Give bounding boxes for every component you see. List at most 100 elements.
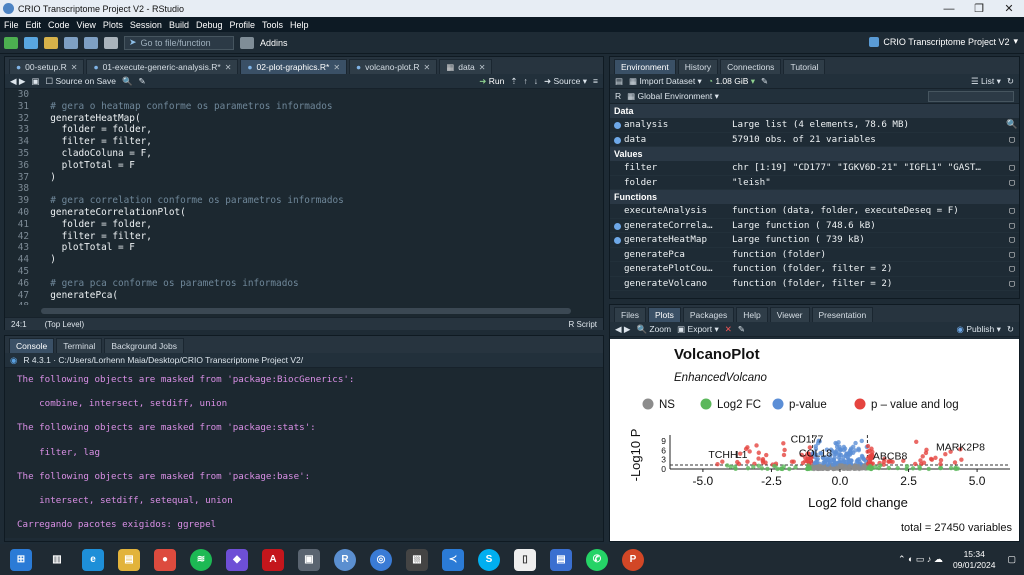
menu-profile[interactable]: Profile (230, 20, 256, 30)
refresh-plot-icon[interactable]: ↻ (1007, 324, 1014, 335)
tab-00-setup[interactable]: ● 00-setup.R ✕ (9, 59, 85, 74)
magnifier-icon[interactable]: 🔍 (1005, 118, 1019, 132)
code-line[interactable]: 44 ) (5, 254, 603, 266)
expand-icon[interactable] (614, 122, 621, 129)
file-type[interactable]: R Script (569, 320, 597, 329)
store-icon[interactable]: ▤ (550, 548, 572, 571)
maximize-button[interactable]: ❐ (964, 2, 994, 15)
tab-plots[interactable]: Plots (647, 307, 681, 322)
code-line[interactable]: 31 # gera o heatmap conforme os parametr… (5, 101, 603, 113)
remove-plot-icon[interactable]: ✕ (725, 324, 732, 335)
up-icon[interactable]: ↑ (523, 76, 527, 86)
expand-icon[interactable] (614, 222, 621, 230)
code-line[interactable]: 32 generateHeatMap( (5, 113, 603, 125)
env-row[interactable]: generatePlotCou… function (folder, filter… (610, 262, 1019, 277)
acrobat-icon[interactable]: A (262, 548, 284, 571)
console-output[interactable]: The following objects are masked from 'p… (5, 368, 603, 538)
new-file-icon[interactable] (4, 36, 18, 49)
view-icon[interactable]: ▢ (1005, 233, 1019, 247)
new-project-icon[interactable] (24, 36, 38, 49)
env-row[interactable]: generateVolcano function (folder, filter … (610, 277, 1019, 291)
menu-session[interactable]: Session (130, 20, 162, 30)
tab-presentation[interactable]: Presentation (811, 307, 874, 322)
skype-icon[interactable]: S (478, 548, 500, 571)
spotify-icon[interactable]: ≋ (190, 548, 212, 571)
project-menu[interactable]: CRIO Transcriptome Project V2 ▾ (869, 36, 1018, 47)
close-button[interactable]: ✕ (994, 2, 1024, 15)
scope-select[interactable]: ▦ Global Environment ▾ (627, 91, 719, 102)
tab-volcano-plot[interactable]: ● volcano-plot.R ✕ (349, 59, 438, 74)
env-row[interactable]: analysis Large list (4 elements, 78.6 MB)… (610, 118, 1019, 133)
minimize-button[interactable]: — (934, 3, 964, 15)
code-line[interactable]: 46 # gera pca conforme os parametros inf… (5, 278, 603, 290)
export-button[interactable]: ▣ Export ▾ (677, 324, 719, 335)
code-line[interactable]: 36 plotTotal = F (5, 160, 603, 172)
code-line[interactable]: 37 ) (5, 172, 603, 184)
menu-debug[interactable]: Debug (196, 20, 223, 30)
menu-help[interactable]: Help (290, 20, 309, 30)
rerun-icon[interactable]: ⇡ (510, 76, 517, 87)
env-row[interactable]: generateCorrela… Large function ( 748.6 k… (610, 219, 1019, 233)
load-workspace-icon[interactable]: ▤ (615, 76, 623, 87)
view-icon[interactable]: ▢ (1005, 161, 1019, 175)
tab-files[interactable]: Files (614, 307, 646, 322)
tab-viewer[interactable]: Viewer (769, 307, 810, 322)
env-search-input[interactable] (928, 90, 1014, 102)
tab-02-plot-graphics[interactable]: ● 02-plot-graphics.R* ✕ (240, 59, 348, 74)
menu-build[interactable]: Build (169, 20, 189, 30)
env-row[interactable]: data 57910 obs. of 21 variables ▢ (610, 133, 1019, 147)
refresh-icon[interactable]: ↻ (1007, 76, 1014, 87)
open-file-icon[interactable] (44, 36, 58, 49)
grid-icon[interactable] (240, 36, 254, 49)
view-icon[interactable]: ▢ (1005, 277, 1019, 291)
environment-table[interactable]: Data analysis Large list (4 elements, 78.6… (610, 104, 1019, 291)
back-icon[interactable]: ◀ ▶ (10, 76, 25, 87)
app-folder-icon[interactable]: ▣ (298, 548, 320, 571)
clock[interactable]: 15:34 09/01/2024 (953, 549, 996, 571)
task-view-icon[interactable]: ▥ (46, 549, 68, 571)
menu-tools[interactable]: Tools (262, 20, 283, 30)
tab-console[interactable]: Console (9, 338, 55, 353)
save-all-icon[interactable] (84, 36, 98, 49)
vscode-icon[interactable]: ≺ (442, 548, 464, 571)
menu-plots[interactable]: Plots (103, 20, 123, 30)
rstudio-taskbar-icon[interactable]: R (334, 548, 356, 571)
code-editor[interactable]: 30 31 # gera o heatmap conforme os parame… (5, 89, 603, 305)
env-row[interactable]: folder "leish" ▢ (610, 176, 1019, 190)
list-view-button[interactable]: ☰ List ▾ (971, 76, 1001, 87)
tab-environment[interactable]: Environment (614, 59, 676, 74)
powerpoint-icon[interactable]: P (622, 548, 644, 571)
app-icon[interactable]: ◆ (226, 548, 248, 571)
tab-background-jobs[interactable]: Background Jobs (104, 338, 184, 353)
menu-file[interactable]: File (4, 20, 19, 30)
goto-file-input[interactable]: ➤ Go to file/function (124, 35, 234, 50)
broom-icon[interactable]: ✎ (761, 76, 768, 87)
tab-help[interactable]: Help (736, 307, 768, 322)
prev-plot-icon[interactable]: ◀ ▶ (615, 324, 630, 335)
code-line[interactable]: 35 cladoColuna = F, (5, 148, 603, 160)
source-on-save-checkbox[interactable]: ☐ Source on Save (45, 76, 115, 87)
code-line[interactable]: 38 (5, 183, 603, 195)
tab-tutorial[interactable]: Tutorial (783, 59, 826, 74)
code-line[interactable]: 33 folder = folder, (5, 124, 603, 136)
env-row[interactable]: filter chr [1:19] "CD177" "IGKV6D-21" "IG… (610, 161, 1019, 176)
save-editor-icon[interactable]: ▣ (31, 76, 39, 87)
save-icon[interactable] (64, 36, 78, 49)
memory-usage[interactable]: ◔ 1.08 GiB ▾ (708, 76, 755, 87)
code-line[interactable]: 34 filter = filter, (5, 136, 603, 148)
chrome-icon[interactable]: ● (154, 548, 176, 571)
addins-menu[interactable]: Addins (260, 38, 288, 48)
code-line[interactable]: 47 generatePca( (5, 290, 603, 302)
env-row[interactable]: generatePca function (folder) ▢ (610, 248, 1019, 262)
view-icon[interactable]: ▢ (1005, 176, 1019, 190)
menu-view[interactable]: View (77, 20, 96, 30)
view-icon[interactable]: ▢ (1005, 204, 1019, 218)
browser-icon[interactable]: ◎ (370, 548, 392, 571)
env-row[interactable]: executeAnalysis function (data, folder, e… (610, 204, 1019, 219)
search-icon[interactable]: 🔍 (122, 76, 133, 87)
windows-start-icon[interactable]: ⊞ (10, 548, 32, 571)
view-icon[interactable]: ▢ (1005, 248, 1019, 262)
tab-01-execute[interactable]: ● 01-execute-generic-analysis.R* ✕ (86, 59, 239, 74)
file-explorer-icon[interactable]: ▤ (118, 548, 140, 571)
code-line[interactable]: 42 filter = filter, (5, 231, 603, 243)
